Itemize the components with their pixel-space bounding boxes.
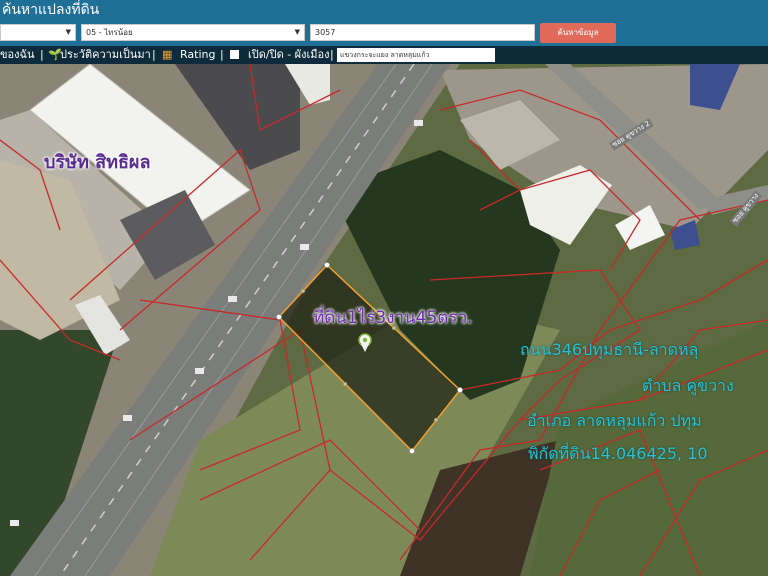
zoning-checkbox[interactable] bbox=[230, 50, 239, 59]
vertex-handle[interactable] bbox=[276, 314, 282, 320]
midpoint-handle[interactable] bbox=[300, 288, 306, 294]
address-district: อำเภอ ลาดหลุมแก้ว ปทุม bbox=[527, 411, 702, 430]
parcel-number-input[interactable]: 3057 bbox=[310, 24, 535, 41]
plot-size-label: ที่ดิน1ไร่3งาน45ตรว. bbox=[313, 308, 473, 328]
address-coordinates: พิกัดที่ดิน14.046425, 10 bbox=[528, 444, 708, 463]
address-road: ถนน346ปทุมธานี-ลาดหลุ bbox=[520, 340, 699, 359]
divider: | bbox=[40, 48, 44, 61]
province-select[interactable]: ▼ bbox=[0, 24, 76, 41]
vertex-handle[interactable] bbox=[324, 262, 330, 268]
map-toolbar: ของฉัน | 🌱 ประวัติความเป็นมา | ▦ Rating … bbox=[0, 46, 768, 64]
vertex-handle[interactable] bbox=[457, 387, 463, 393]
district-select-value: 05 - ไทรน้อย bbox=[86, 28, 133, 37]
search-panel: ค้นหาแปลงที่ดิน ▼ 05 - ไทรน้อย ▼ 3057 ค้… bbox=[0, 0, 768, 46]
divider: | bbox=[220, 48, 224, 61]
chevron-down-icon: ▼ bbox=[294, 28, 300, 36]
search-button[interactable]: ค้นหาข้อมูล bbox=[540, 23, 616, 43]
location-search-input[interactable]: แขวงกระจะแยง ลาดหลุมแก้ว bbox=[337, 48, 495, 62]
district-select[interactable]: 05 - ไทรน้อย ▼ bbox=[81, 24, 305, 41]
toolbar-item-zoning[interactable]: เปิด/ปิด - ผังเมือง bbox=[248, 46, 330, 64]
panel-title: ค้นหาแปลงที่ดิน bbox=[2, 2, 100, 18]
address-subdistrict: ตำบล คูขวาง bbox=[642, 376, 734, 395]
toolbar-item-history[interactable]: ประวัติความเป็นมา bbox=[60, 46, 151, 64]
divider: | bbox=[330, 48, 334, 61]
chart-icon: ▦ bbox=[162, 48, 173, 61]
chevron-down-icon: ▼ bbox=[65, 28, 71, 36]
midpoint-handle[interactable] bbox=[342, 381, 348, 387]
vertex-handle[interactable] bbox=[409, 448, 415, 454]
toolbar-item-rating[interactable]: Rating bbox=[180, 46, 215, 64]
divider: | bbox=[152, 48, 156, 61]
company-label: บริษัท สิทธิผล bbox=[44, 152, 151, 173]
parcel-number-value: 3057 bbox=[315, 28, 336, 37]
midpoint-handle[interactable] bbox=[433, 417, 439, 423]
toolbar-item-mine[interactable]: ของฉัน bbox=[0, 46, 35, 64]
